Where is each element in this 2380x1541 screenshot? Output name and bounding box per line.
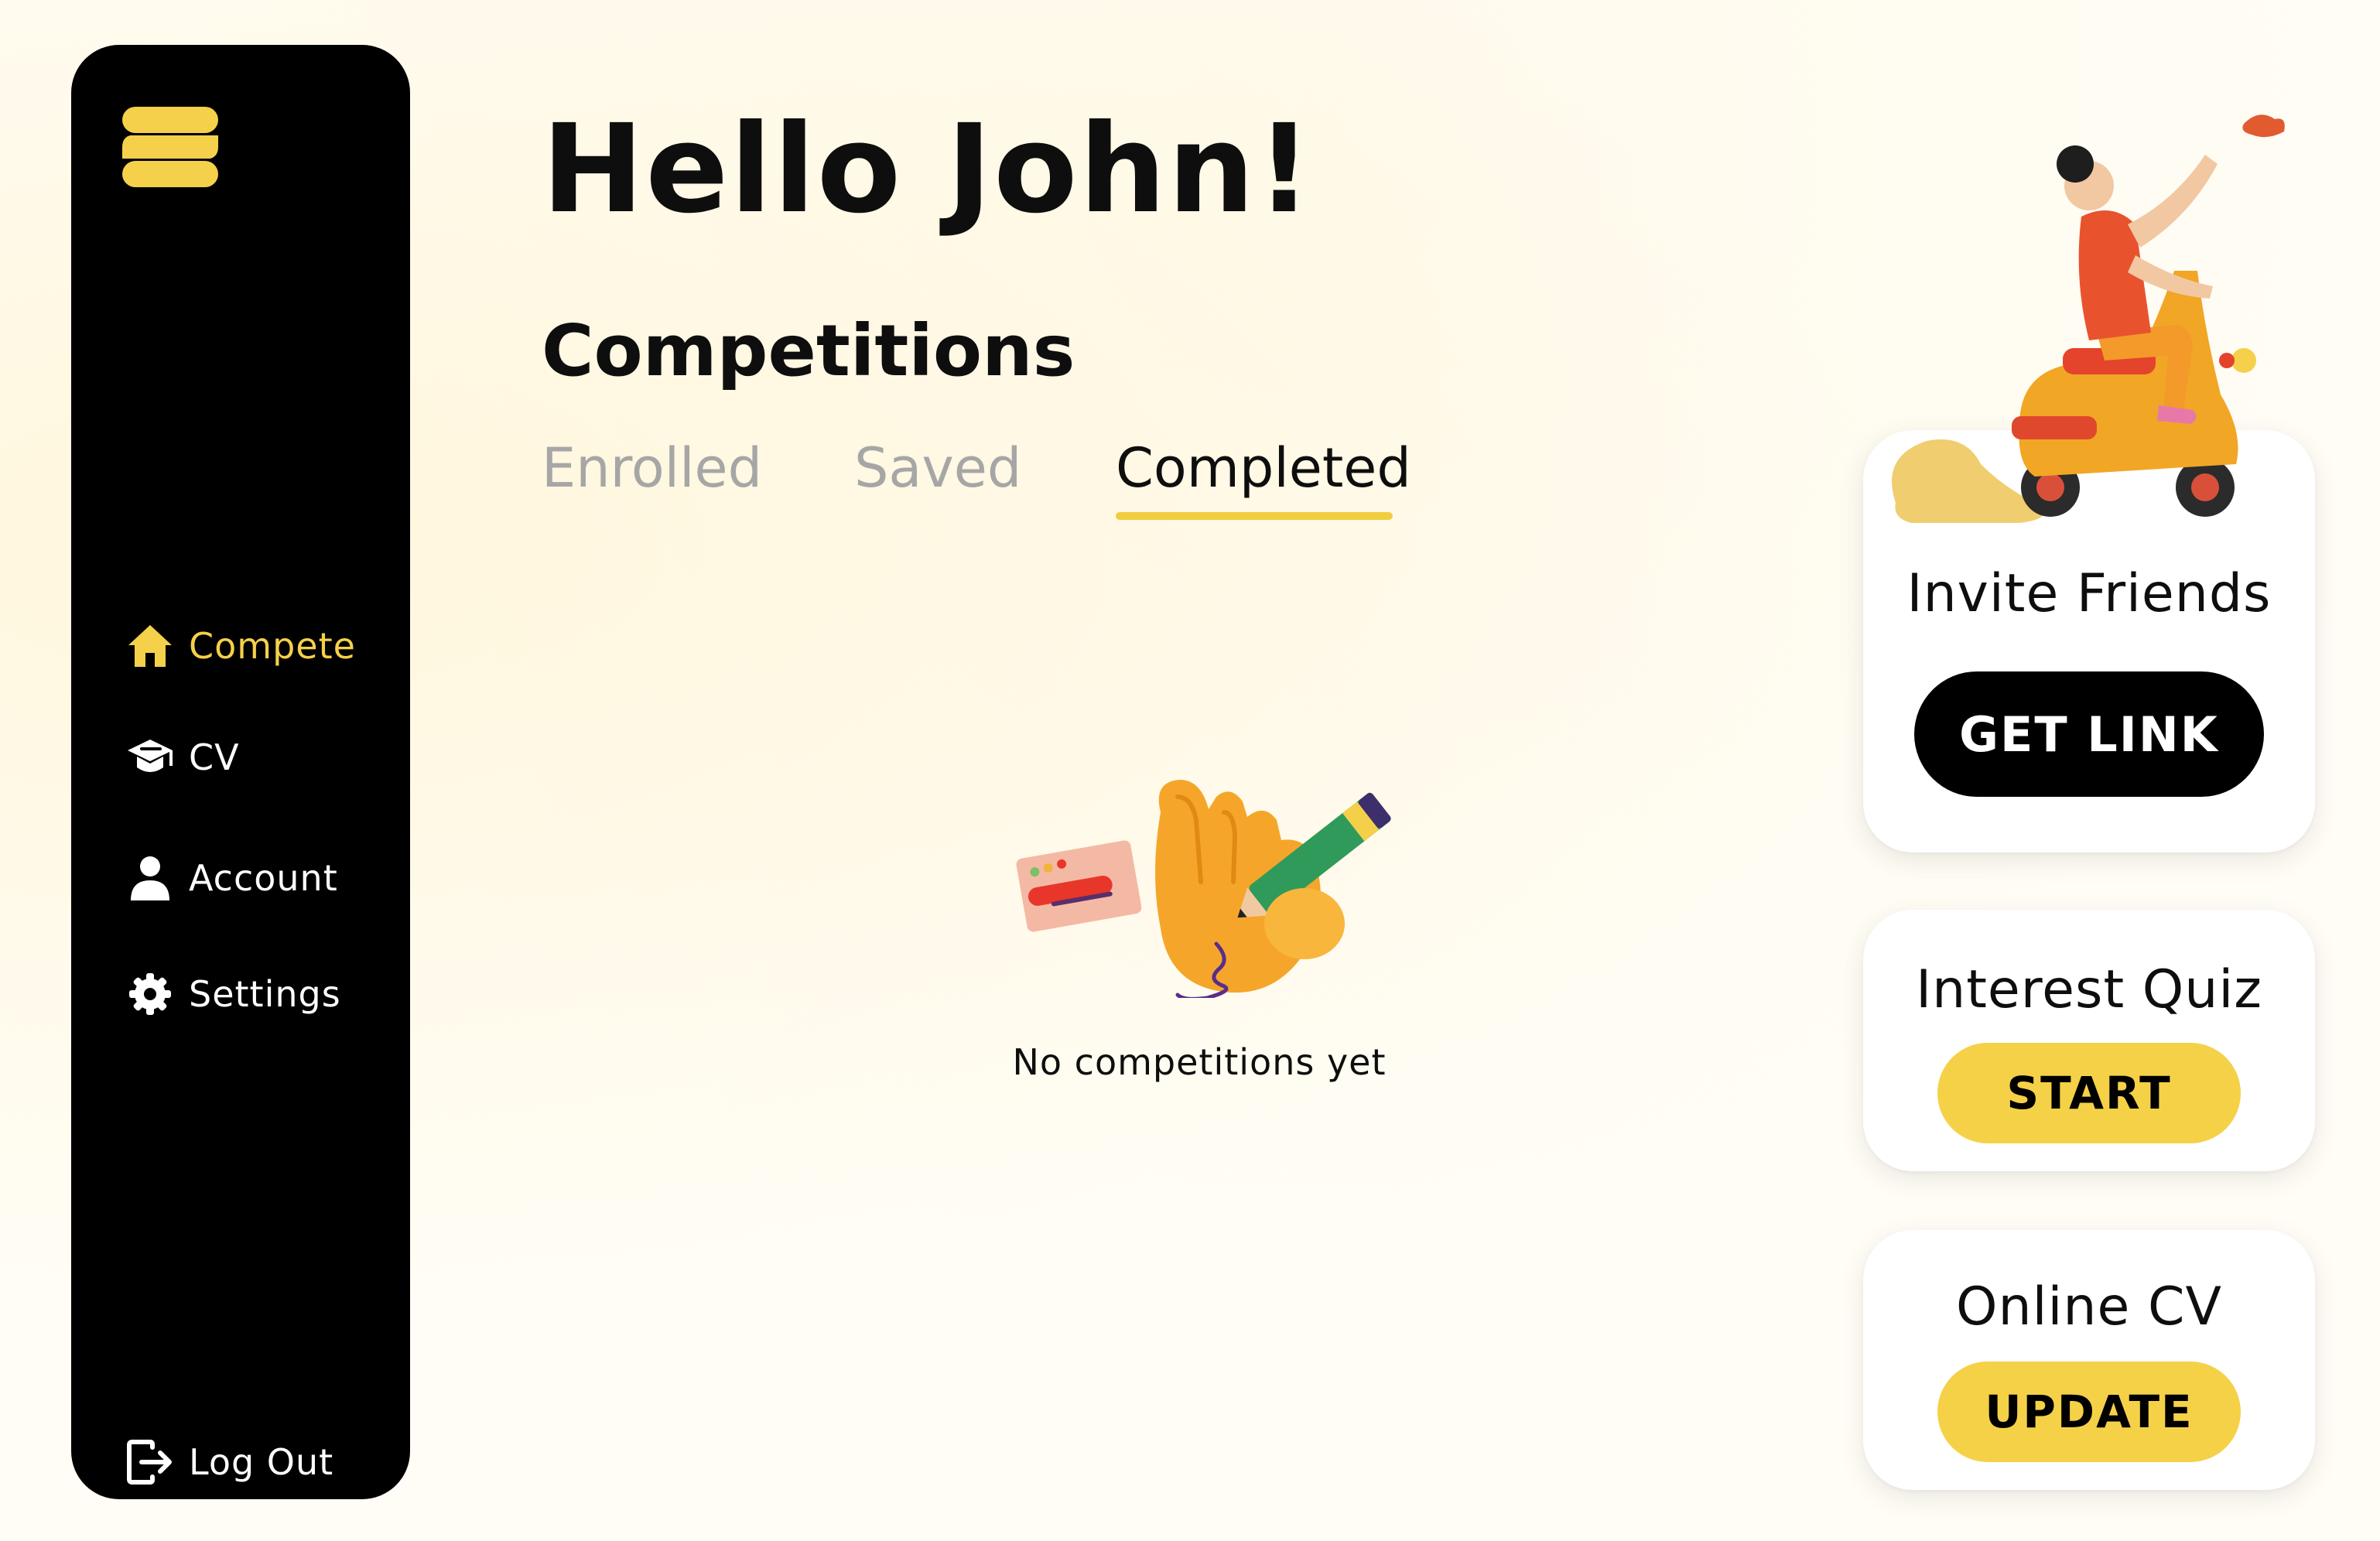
tab-completed[interactable]: Completed [1116,441,1411,495]
update-cv-button[interactable]: UPDATE [1937,1362,2241,1462]
active-tab-indicator [1116,512,1393,520]
user-icon [125,853,175,903]
online-cv-title: Online CV [1956,1276,2222,1338]
hand-writing-illustration [1016,780,1391,998]
tab-enrolled[interactable]: Enrolled [542,441,762,495]
sidebar-item-label: Account [189,857,338,899]
sidebar-item-settings[interactable]: Settings [125,965,341,1023]
sidebar: Compete CV Account Settings Log Out [71,45,410,1499]
sidebar-item-cv[interactable]: CV [125,729,240,786]
sidebar-item-label: Settings [189,973,341,1015]
sidebar-item-compete[interactable]: Compete [125,617,356,675]
invite-friends-title: Invite Friends [1906,563,2272,624]
section-title: Competitions [542,309,1075,392]
brand-logo-icon[interactable] [122,107,218,187]
interest-quiz-card: Interest Quiz START [1863,910,2315,1171]
logout-icon [125,1437,175,1487]
logout-button[interactable]: Log Out [125,1433,333,1491]
home-icon [125,621,175,671]
empty-state-text: No competitions yet [1012,1041,1387,1083]
sidebar-item-account[interactable]: Account [125,849,338,907]
graduation-cap-icon [125,733,175,782]
logout-label: Log Out [189,1441,334,1483]
gear-icon [125,969,175,1019]
start-quiz-button[interactable]: START [1937,1043,2241,1143]
online-cv-card: Online CV UPDATE [1863,1230,2315,1490]
greeting-title: Hello John! [542,98,1314,241]
scooter-rider-illustration [1892,114,2285,523]
sidebar-item-label: CV [189,736,240,778]
interest-quiz-title: Interest Quiz [1916,959,2262,1020]
sidebar-item-label: Compete [189,625,356,667]
tab-saved[interactable]: Saved [854,441,1021,495]
get-link-button[interactable]: GET LINK [1914,671,2264,797]
